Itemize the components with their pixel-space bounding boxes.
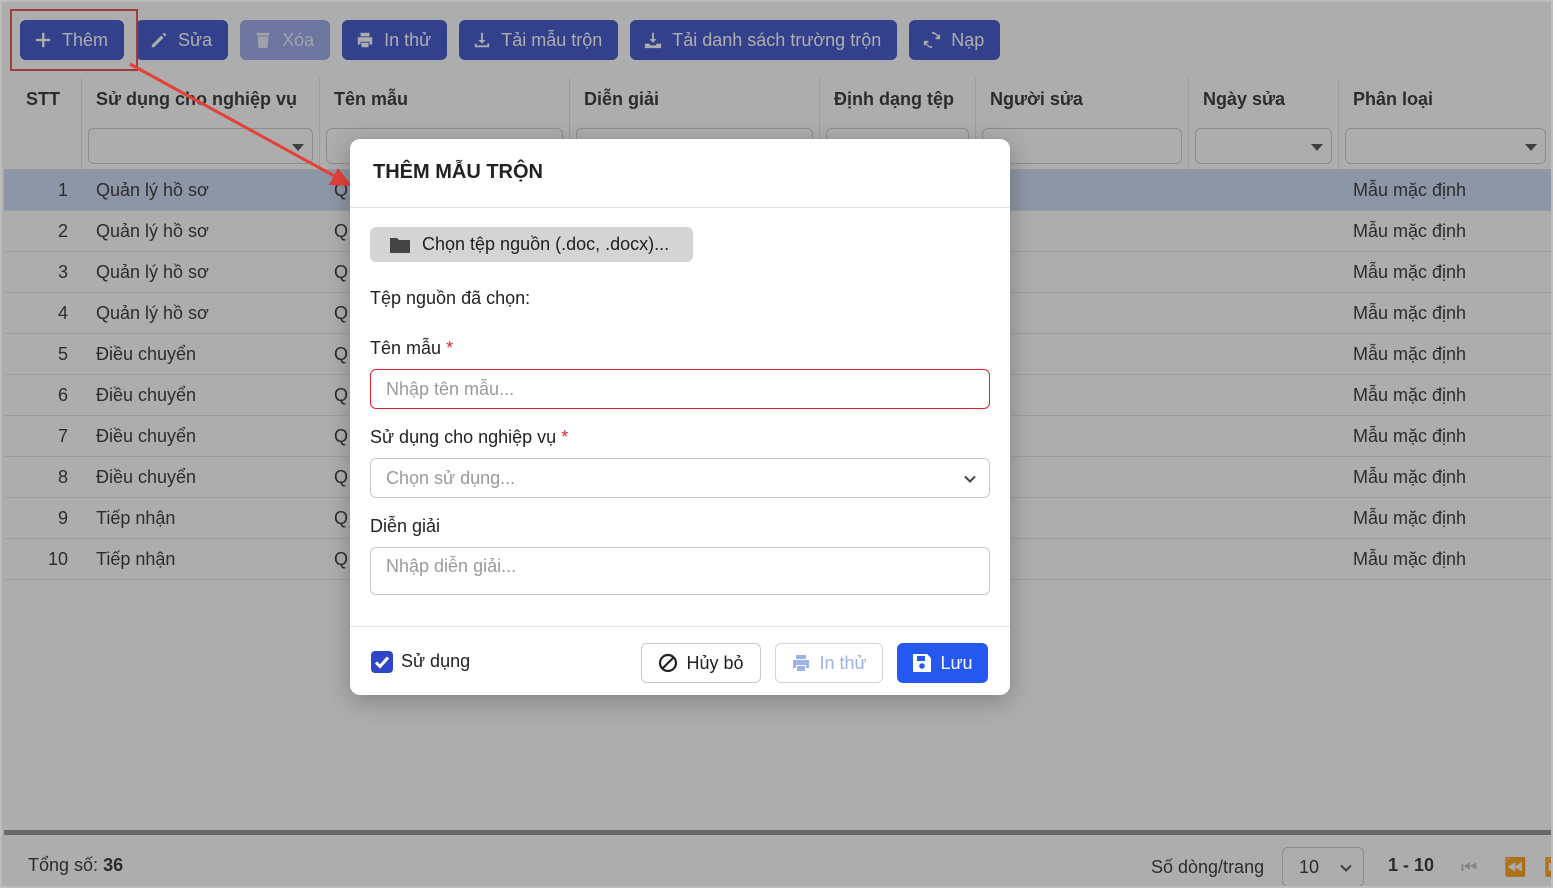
save-button-label: Lưu	[940, 652, 973, 673]
usage-label: Sử dụng cho nghiệp vụ *	[370, 427, 568, 448]
usage-label-text: Sử dụng cho nghiệp vụ	[370, 427, 557, 447]
use-checkbox[interactable]	[371, 651, 393, 673]
printer-icon	[793, 655, 810, 671]
dialog-print-preview-label: In thử	[819, 652, 867, 673]
required-mark: *	[561, 427, 569, 447]
required-mark: *	[446, 338, 454, 358]
description-label: Diễn giải	[370, 516, 441, 536]
template-name-input[interactable]: Nhập tên mẫu...	[370, 369, 990, 409]
description-placeholder: Nhập diễn giải...	[386, 556, 517, 576]
choose-source-file-button[interactable]: Chọn tệp nguồn (.doc, .docx)...	[370, 227, 693, 262]
dialog-title: THÊM MẪU TRỘN	[350, 139, 1010, 208]
floppy-disk-icon	[913, 654, 932, 672]
use-checkbox-label[interactable]: Sử dụng	[401, 651, 470, 672]
ban-icon	[659, 653, 678, 673]
add-template-dialog: THÊM MẪU TRỘN Chọn tệp nguồn (.doc, .doc…	[350, 139, 1010, 695]
usage-select[interactable]: Chọn sử dụng...	[370, 458, 990, 498]
save-button[interactable]: Lưu	[897, 643, 988, 683]
template-name-label-text: Tên mẫu	[370, 338, 442, 358]
dialog-footer: Sử dụng Hủy bỏ In thử Lưu	[350, 626, 1010, 695]
selected-file-label: Tệp nguồn đã chọn:	[370, 288, 531, 308]
chevron-down-icon	[964, 475, 976, 483]
app-frame: Thêm Sửa Xóa In thử Tải mẫu trộn Tải dan…	[0, 0, 1553, 888]
choose-source-file-label: Chọn tệp nguồn (.doc, .docx)...	[422, 234, 670, 254]
folder-icon	[390, 237, 410, 253]
cancel-button-label: Hủy bỏ	[686, 652, 744, 673]
checkmark-icon	[374, 656, 390, 669]
usage-placeholder: Chọn sử dụng...	[386, 468, 516, 488]
template-name-placeholder: Nhập tên mẫu...	[386, 379, 515, 399]
template-name-label: Tên mẫu *	[370, 338, 453, 359]
description-textarea[interactable]: Nhập diễn giải...	[370, 547, 990, 595]
cancel-button[interactable]: Hủy bỏ	[641, 643, 761, 683]
dialog-print-preview-button[interactable]: In thử	[775, 643, 883, 683]
